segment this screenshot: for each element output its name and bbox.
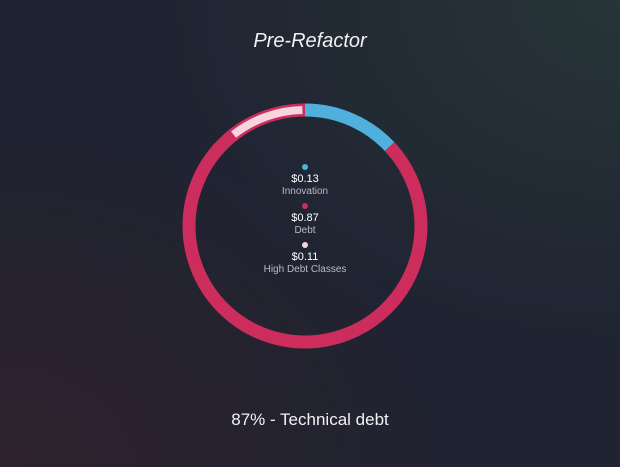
legend-entry-debt: $0.87 Debt: [210, 203, 400, 237]
legend-dot-debt: [302, 203, 308, 209]
legend-value-high-debt-classes: $0.11: [291, 251, 319, 263]
legend-value-debt: $0.87: [291, 212, 319, 224]
legend-value-innovation: $0.13: [291, 173, 319, 185]
legend-label-high-debt-classes: High Debt Classes: [263, 264, 347, 275]
legend-entry-innovation: $0.13 Innovation: [210, 164, 400, 198]
center-legend: $0.13 Innovation $0.87 Debt $0.11 High D…: [210, 164, 400, 281]
legend-dot-innovation: [302, 164, 308, 170]
legend-entry-high-debt-classes: $0.11 High Debt Classes: [210, 242, 400, 276]
legend-dot-high-debt-classes: [302, 242, 308, 248]
summary-footer: 87% - Technical debt: [231, 410, 389, 429]
legend-label-innovation: Innovation: [281, 186, 329, 197]
legend-label-debt: Debt: [294, 225, 316, 236]
